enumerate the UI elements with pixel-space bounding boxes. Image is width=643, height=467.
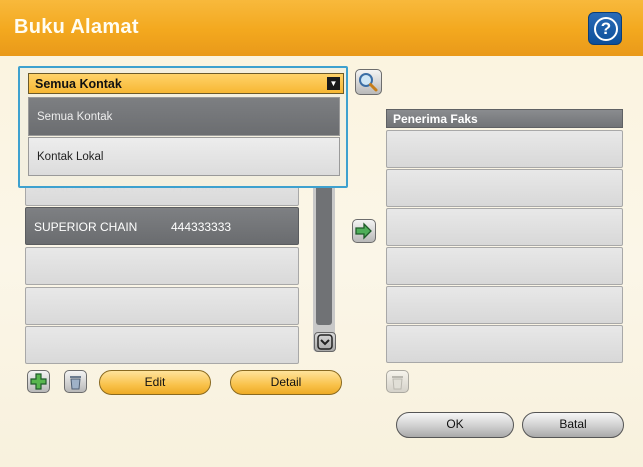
cancel-button[interactable]: Batal (522, 412, 624, 438)
option-label: Semua Kontak (37, 111, 113, 123)
contact-row-4[interactable] (25, 326, 299, 364)
recipients-header: Penerima Faks (386, 109, 623, 128)
detail-button[interactable]: Detail (230, 370, 342, 395)
recipients-header-label: Penerima Faks (393, 112, 478, 126)
contact-row-2[interactable] (25, 247, 299, 285)
ok-button[interactable]: OK (396, 412, 514, 438)
contact-row-3[interactable] (25, 287, 299, 325)
help-icon: ? (594, 17, 618, 41)
add-icon (30, 373, 47, 390)
select-value: Semua Kontak (35, 77, 122, 91)
recipient-row-2[interactable] (386, 208, 623, 246)
contacts-filter-select[interactable]: Semua Kontak ▼ (28, 73, 344, 94)
edit-button[interactable]: Edit (99, 370, 211, 395)
search-icon (359, 73, 378, 92)
recipient-row-1[interactable] (386, 169, 623, 207)
recipient-row-4[interactable] (386, 286, 623, 324)
chevron-down-icon (317, 334, 333, 350)
page-title: Buku Alamat (14, 16, 139, 38)
dropdown-option-local-contacts[interactable]: Kontak Lokal (28, 137, 340, 176)
contact-row-1[interactable]: SUPERIOR CHAIN 444333333 (25, 207, 299, 245)
recipient-row-3[interactable] (386, 247, 623, 285)
search-button[interactable] (355, 69, 382, 95)
dropdown-arrow-icon: ▼ (327, 77, 340, 90)
recipient-row-0[interactable] (386, 130, 623, 168)
contact-number: 444333333 (171, 220, 232, 234)
title-bar: Buku Alamat ? (0, 0, 643, 56)
trash-icon (70, 376, 81, 390)
delete-contact-button[interactable] (64, 370, 87, 393)
remove-recipient-button[interactable] (386, 370, 409, 393)
add-contact-button[interactable] (27, 370, 50, 393)
help-button[interactable]: ? (588, 12, 622, 45)
option-label: Kontak Lokal (37, 151, 104, 163)
arrow-right-icon (355, 222, 372, 240)
scroll-down-button[interactable] (314, 332, 336, 352)
add-to-recipients-button[interactable] (352, 219, 376, 243)
trash-icon (392, 376, 403, 390)
recipient-row-5[interactable] (386, 325, 623, 363)
dropdown-option-all-contacts[interactable]: Semua Kontak (28, 97, 340, 136)
contact-name: SUPERIOR CHAIN (34, 220, 138, 234)
